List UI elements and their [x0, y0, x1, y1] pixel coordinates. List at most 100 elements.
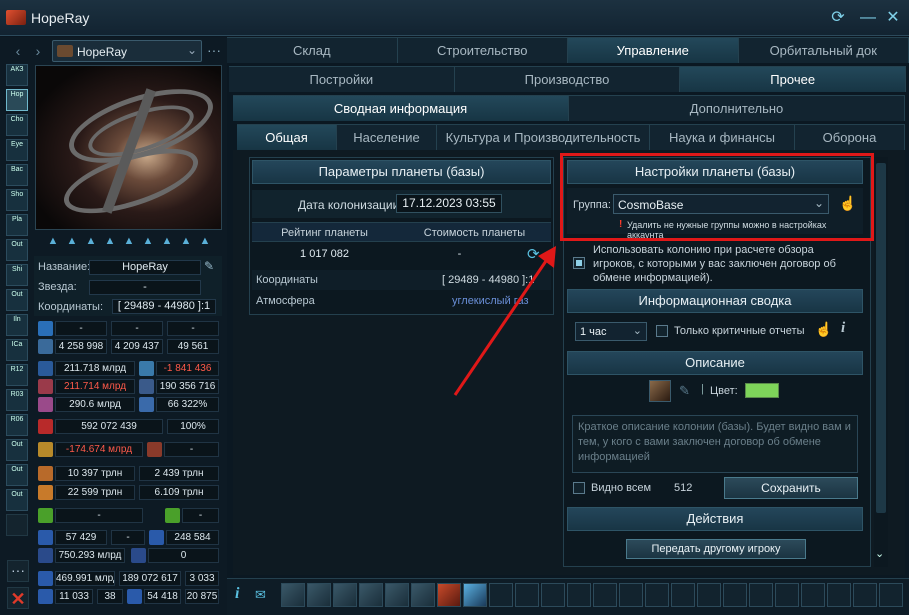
empty-slot[interactable]	[515, 583, 539, 607]
empty-slot[interactable]	[593, 583, 617, 607]
tab-buildings[interactable]: Постройки	[229, 66, 455, 92]
planet-list-item[interactable]: Out	[6, 439, 28, 461]
planet-avatar[interactable]	[649, 380, 671, 402]
tab-construction[interactable]: Строительство	[397, 37, 568, 63]
planet-list-item[interactable]: Cho	[6, 114, 28, 136]
planet-list-item[interactable]: ICa	[6, 339, 28, 361]
close-icon[interactable]: ✕	[883, 8, 903, 28]
stat-row: 4 258 998 4 209 437 49 561	[35, 338, 221, 356]
prev-arrow-icon[interactable]: ‹	[10, 40, 26, 62]
refresh-icon[interactable]: ⟳	[828, 8, 848, 28]
minimize-icon[interactable]: —	[858, 8, 878, 28]
use-colony-checkbox[interactable]	[573, 257, 585, 269]
close-icon[interactable]: ✕	[7, 587, 29, 609]
ship-icon[interactable]: ▲	[102, 233, 118, 249]
tab-population[interactable]: Население	[337, 124, 437, 150]
empty-slot[interactable]	[697, 583, 721, 607]
planet-list-item[interactable]: Shi	[6, 264, 28, 286]
scrollbar[interactable]: ⌄	[874, 157, 888, 567]
planet-list-item[interactable]: Out	[6, 239, 28, 261]
empty-slot[interactable]	[671, 583, 695, 607]
ship-slot[interactable]	[411, 583, 435, 607]
ship-slot[interactable]	[359, 583, 383, 607]
planet-list-item[interactable]: Hop	[6, 89, 28, 111]
tab-other[interactable]: Прочее	[680, 66, 907, 92]
empty-slot[interactable]	[827, 583, 851, 607]
ship-slot[interactable]	[437, 583, 461, 607]
planet-list-item[interactable]: R03	[6, 389, 28, 411]
empty-slot[interactable]	[853, 583, 877, 607]
planet-list-item[interactable]: Pla	[6, 214, 28, 236]
empty-slot[interactable]	[723, 583, 747, 607]
empty-slot[interactable]	[619, 583, 643, 607]
visible-all-checkbox[interactable]	[573, 482, 585, 494]
scroll-down-icon[interactable]: ⌄	[875, 547, 884, 560]
ship-icon[interactable]: ▲	[83, 233, 99, 249]
tab-additional[interactable]: Дополнительно	[569, 95, 905, 121]
tab-general[interactable]: Общая	[237, 124, 337, 150]
description-textarea[interactable]: Краткое описание колонии (базы). Будет в…	[572, 415, 858, 473]
planet-list-item[interactable]: Out	[6, 464, 28, 486]
planet-list-item[interactable]: Bac	[6, 164, 28, 186]
scrollbar-thumb[interactable]	[876, 163, 886, 513]
planet-list-item[interactable]: Out	[6, 289, 28, 311]
tab-management[interactable]: Управление	[568, 37, 739, 63]
more-icon[interactable]: ···	[204, 40, 224, 62]
info-icon[interactable]: i	[235, 585, 239, 603]
mail-icon[interactable]: ✉	[255, 587, 266, 603]
planet-select[interactable]: HopeRay ⌄	[52, 40, 202, 62]
ship-icon[interactable]: ▲	[140, 233, 156, 249]
atmosphere-label: Атмосфера	[256, 295, 315, 307]
planet-list-item[interactable]: Out	[6, 489, 28, 511]
tab-defense[interactable]: Оборона	[795, 124, 905, 150]
planet-list-item[interactable]: R06	[6, 414, 28, 436]
name-field[interactable]: HopeRay	[89, 260, 201, 275]
stat-value: -174.674 млрд	[55, 442, 143, 457]
planet-list-item[interactable]: Sho	[6, 189, 28, 211]
star-label: Звезда:	[38, 281, 77, 293]
ship-icon[interactable]: ▲	[121, 233, 137, 249]
ship-slot[interactable]	[463, 583, 487, 607]
info-icon[interactable]: i	[841, 320, 845, 337]
ship-icon[interactable]: ▲	[197, 233, 213, 249]
edit-icon[interactable]: ✎	[679, 383, 690, 399]
planet-list-item[interactable]: Eye	[6, 139, 28, 161]
period-select[interactable]: 1 час ⌄	[575, 322, 647, 341]
hand-icon[interactable]: ☝	[815, 321, 832, 338]
empty-slot[interactable]	[801, 583, 825, 607]
empty-slot[interactable]	[645, 583, 669, 607]
color-swatch[interactable]	[745, 383, 779, 398]
tab-culture[interactable]: Культура и Производительность	[437, 124, 650, 150]
planet-list-item[interactable]: АКЗ	[6, 64, 28, 86]
ship-icon[interactable]: ▲	[45, 233, 61, 249]
empty-slot[interactable]	[541, 583, 565, 607]
tab-science[interactable]: Наука и финансы	[650, 124, 795, 150]
edit-icon[interactable]: ✎	[204, 259, 214, 273]
refresh-icon[interactable]: ⟳	[527, 245, 540, 263]
planet-list-item[interactable]: Iln	[6, 314, 28, 336]
ship-slot[interactable]	[307, 583, 331, 607]
empty-slot[interactable]	[775, 583, 799, 607]
ship-slot[interactable]	[281, 583, 305, 607]
tab-orbital-dock[interactable]: Орбитальный док	[738, 37, 909, 63]
ship-icon[interactable]: ▲	[159, 233, 175, 249]
tab-production[interactable]: Производство	[454, 66, 681, 92]
empty-slot[interactable]	[749, 583, 773, 607]
planet-list-item[interactable]: R12	[6, 364, 28, 386]
critical-only-checkbox[interactable]	[656, 325, 668, 337]
next-arrow-icon[interactable]: ›	[30, 40, 46, 62]
ship-slot[interactable]	[333, 583, 357, 607]
tab-storage[interactable]: Склад	[227, 37, 398, 63]
empty-slot[interactable]	[489, 583, 513, 607]
growth-icon	[139, 397, 154, 412]
app-title: HopeRay	[31, 10, 90, 26]
transfer-button[interactable]: Передать другому игроку	[626, 539, 806, 559]
more-icon[interactable]: ···	[7, 560, 29, 582]
empty-slot[interactable]	[567, 583, 591, 607]
save-button[interactable]: Сохранить	[724, 477, 858, 499]
ship-slot[interactable]	[385, 583, 409, 607]
tab-summary[interactable]: Сводная информация	[233, 95, 569, 121]
empty-slot[interactable]	[879, 583, 903, 607]
ship-icon[interactable]: ▲	[178, 233, 194, 249]
ship-icon[interactable]: ▲	[64, 233, 80, 249]
